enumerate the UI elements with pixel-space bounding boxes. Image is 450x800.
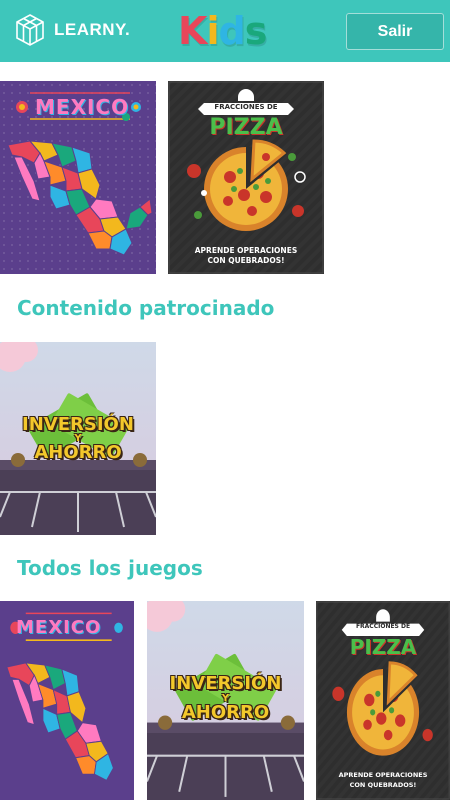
app-header: LEARNY. Kids Salir <box>0 0 450 62</box>
pizza-title-2: PIZZA <box>349 635 417 659</box>
learny-logo[interactable]: LEARNY. <box>12 12 130 48</box>
kids-letter-s: s <box>244 9 268 53</box>
mexico-title-2: MEXICO <box>16 617 102 638</box>
brand-name: LEARNY. <box>54 20 131 39</box>
game-card-mexico-2[interactable]: MEXICO <box>0 601 134 800</box>
sponsored-section-title: Contenido patrocinado <box>17 296 275 320</box>
game-card-pizza[interactable]: FRACCIONES DE PIZZA APRENDE OPERACIONES … <box>168 81 324 274</box>
pizza-subtitle-1-2: APRENDE OPERACIONES <box>338 771 428 779</box>
kids-letter-i: i <box>206 9 219 53</box>
cube-logo-icon <box>16 14 44 46</box>
pizza-subtitle-1: APRENDE OPERACIONES <box>194 246 298 255</box>
game-card-mexico[interactable]: MEXICO <box>0 81 156 274</box>
mexico-title: MEXICO <box>35 95 130 119</box>
pizza-subtitle-2-2: CON QUEBRADOS! <box>349 781 417 789</box>
game-card-inversion[interactable]: INVERSIÓN Y AHORRO <box>147 601 304 800</box>
kids-letter-d: d <box>218 9 245 53</box>
pizza-top-label-2: FRACCIONES DE <box>355 623 411 630</box>
inversion-line1: INVERSIÓN <box>22 414 134 435</box>
kids-letter-k: K <box>178 9 207 53</box>
pizza-subtitle-2: CON QUEBRADOS! <box>207 256 285 265</box>
kids-title: Kids <box>178 8 268 54</box>
exit-button[interactable]: Salir <box>346 13 444 50</box>
all-games-section-title: Todos los juegos <box>17 556 203 580</box>
game-card-inversion-sponsored[interactable]: INVERSIÓN Y AHORRO <box>0 342 156 535</box>
inversion-line1-2: INVERSIÓN <box>169 673 282 694</box>
pizza-top-label: FRACCIONES DE <box>214 103 278 111</box>
inversion-line3: AHORRO <box>34 442 122 463</box>
game-card-pizza-2[interactable]: FRACCIONES DE PIZZA APRENDE OPERACIONES … <box>316 601 450 800</box>
pizza-title: PIZZA <box>209 115 283 140</box>
inversion-line3-2: AHORRO <box>181 702 270 723</box>
